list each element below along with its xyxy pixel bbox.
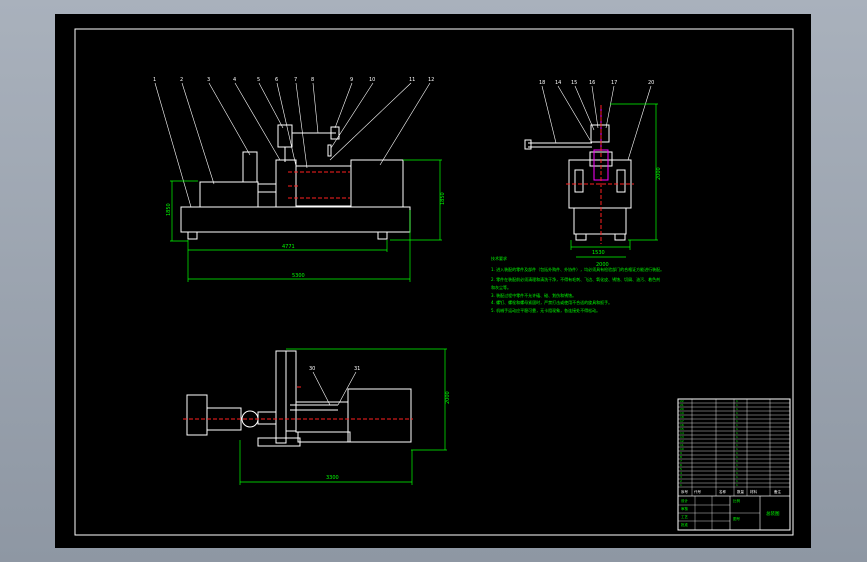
bom-header-cell: 材料	[750, 489, 758, 494]
title-cell: 工艺	[681, 514, 689, 519]
balloon: 17	[611, 80, 617, 86]
dim-text: 1530	[592, 250, 605, 256]
balloon: 12	[428, 77, 434, 83]
balloon: 9	[350, 77, 353, 83]
balloon: 8	[311, 77, 314, 83]
note-line: 和灰尘等。	[491, 284, 511, 290]
drawing-name: 总装图	[766, 510, 780, 517]
bom-header-cell: 备注	[774, 489, 782, 494]
balloon: 3	[207, 77, 210, 83]
dim-text: 1850	[166, 203, 172, 216]
balloon: 5	[257, 77, 260, 83]
dim-text: 5300	[292, 273, 305, 279]
bom-header-cell: 序号	[681, 489, 689, 494]
title-cell: 审核	[681, 506, 689, 511]
note-line: 3. 装配过程中零件不允许磕、碰、划伤和锈蚀。	[491, 292, 576, 298]
balloon: 1	[153, 77, 156, 83]
balloon: 18	[539, 80, 545, 86]
bom-header-cell: 名称	[719, 489, 727, 494]
balloon: 15	[571, 80, 577, 86]
title-cell: 批准	[681, 522, 689, 527]
dim-text: 2000	[445, 391, 451, 404]
dim-text: 3300	[326, 475, 339, 481]
dim-text: 4771	[282, 244, 295, 250]
note-line: 4. 螺钉、螺栓和螺母紧固时，严禁打击或使用不合适的旋具和扳手。	[491, 299, 612, 305]
title-cell: 比例	[733, 498, 741, 503]
balloon: 2	[180, 77, 183, 83]
balloon: 31	[354, 366, 360, 372]
balloon: 4	[233, 77, 236, 83]
balloon: 20	[648, 80, 654, 86]
dim-text: 1850	[440, 192, 446, 205]
bom-cell: 1	[680, 483, 682, 487]
balloon: 16	[589, 80, 595, 86]
note-line: 1. 进入装配的零件及部件（包括外购件、外协件），均必须具有检验部门的合格证方能…	[491, 266, 664, 272]
note-line: 5. 机械手运动应平稳可靠，无卡阻现象，各连接处不得松动。	[491, 307, 600, 313]
bom-header-cell: 代号	[694, 489, 702, 494]
bom-header-cell: 数量	[737, 489, 745, 494]
title-cell: 设计	[681, 498, 689, 503]
balloon: 10	[369, 77, 375, 83]
title-cell: 图号	[733, 516, 741, 521]
balloon: 6	[275, 77, 278, 83]
balloon: 7	[294, 77, 297, 83]
note-line: 2. 零件在装配前必须清理和清洗干净，不得有毛刺、飞边、氧化皮、锈蚀、切屑、油污…	[491, 276, 660, 282]
balloon: 11	[409, 77, 415, 83]
balloon: 14	[555, 80, 561, 86]
drawing-sheet	[55, 14, 811, 548]
notes-title: 技术要求	[491, 255, 507, 261]
balloon: 30	[309, 366, 315, 372]
dim-text: 2000	[656, 167, 662, 180]
cad-drawing-canvas: 1 2 3 4 5 6 7 8 9 10 11 12 1850 1850 477…	[55, 14, 811, 548]
bom-cell: 1	[736, 483, 738, 487]
